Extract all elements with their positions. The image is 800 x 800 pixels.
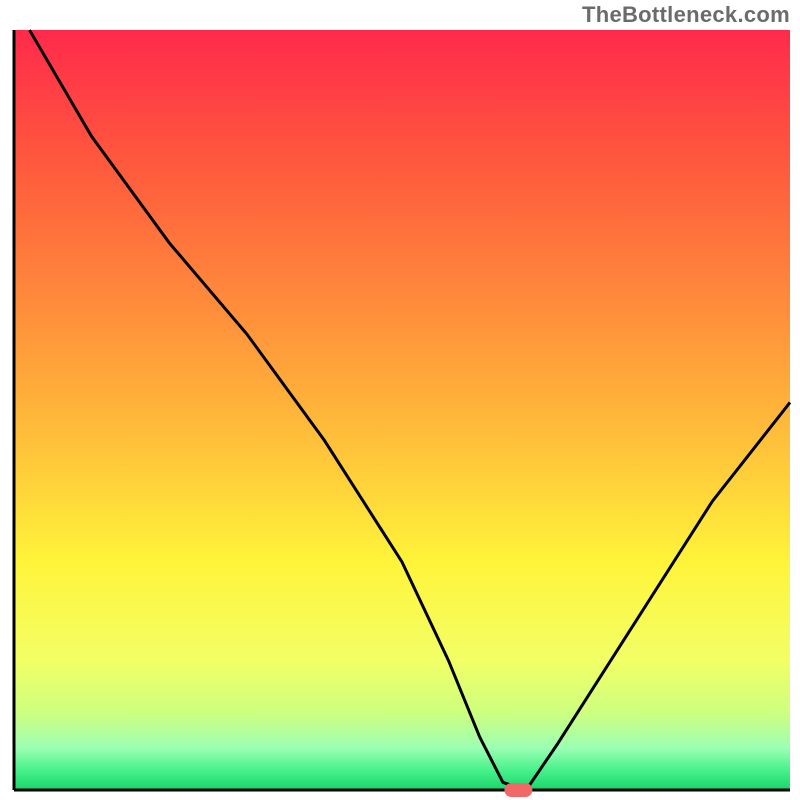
optimal-point-marker (504, 783, 532, 797)
bottleneck-chart (0, 0, 800, 800)
plot-background (14, 30, 790, 790)
chart-container: TheBottleneck.com (0, 0, 800, 800)
watermark-text: TheBottleneck.com (582, 2, 790, 28)
